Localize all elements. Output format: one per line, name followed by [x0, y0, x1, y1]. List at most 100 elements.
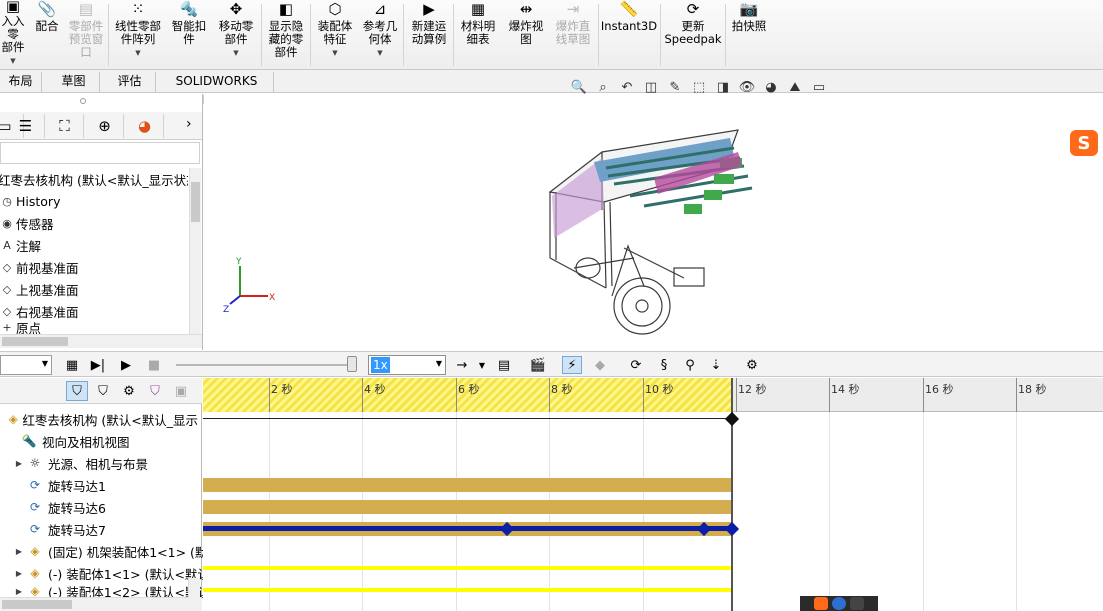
- save-animation-button[interactable]: ▤: [494, 356, 514, 374]
- chevron-right-icon[interactable]: ›: [186, 116, 192, 132]
- insert-components-button[interactable]: ▣ 入入零 部件 ▼: [0, 0, 30, 68]
- animation-wizard-button[interactable]: 🎬: [528, 356, 548, 374]
- dropdown-arrow-icon[interactable]: ▼: [377, 47, 382, 60]
- tree-item-front-plane[interactable]: ◇ 前视基准面: [0, 256, 190, 278]
- playback-mode-dropdown[interactable]: ▼: [472, 356, 492, 374]
- motion-item-subassembly-2[interactable]: ▶ ◈ (-) 装配体1<2> (默认<默认: [12, 584, 210, 598]
- scroll-thumb[interactable]: [2, 337, 68, 346]
- assembly-features-button[interactable]: ⬡ 装配体 特征 ▼: [313, 0, 357, 68]
- autokey-button[interactable]: ⚡: [562, 356, 582, 374]
- playback-slider-thumb[interactable]: [347, 356, 357, 372]
- dropdown-arrow-icon[interactable]: ▼: [332, 47, 337, 60]
- play-button[interactable]: ▶: [116, 356, 136, 374]
- timeline-bar-motor-1[interactable]: [203, 478, 731, 492]
- component-preview-button[interactable]: ▤ 零部件 预览窗 口: [64, 0, 108, 68]
- motion-tree-horizontal-scrollbar[interactable]: [0, 597, 202, 611]
- filter-results-button[interactable]: ⛉: [144, 381, 166, 401]
- ime-floating-icon[interactable]: S: [1070, 130, 1098, 156]
- calculate-button[interactable]: ▦: [62, 356, 82, 374]
- linear-pattern-button[interactable]: ⁙ 线性零部 件阵列 ▼: [112, 0, 164, 68]
- dropdown-arrow-icon[interactable]: ▼: [10, 55, 15, 68]
- property-manager-tab[interactable]: ☰: [7, 114, 45, 138]
- stop-button[interactable]: ■: [144, 356, 164, 374]
- display-style-icon[interactable]: ◨: [712, 80, 734, 95]
- tree-item-sensors[interactable]: ◉ 传感器: [0, 212, 190, 234]
- dropdown-arrow-icon[interactable]: ▼: [233, 47, 238, 60]
- motion-timeline[interactable]: 2 秒 4 秒 6 秒 8 秒 10 秒 12 秒 14 秒 16 秒 18 秒: [203, 378, 1103, 611]
- zoom-to-area-icon[interactable]: ⌕: [592, 80, 614, 95]
- smart-fasteners-button[interactable]: 🔩 智能扣 件: [168, 0, 210, 68]
- take-snapshot-button[interactable]: 📷 拍快照: [728, 0, 770, 68]
- new-motion-study-button[interactable]: ▶ 新建运 动算例: [407, 0, 451, 68]
- filter-collapse-button[interactable]: ▣: [170, 381, 192, 401]
- reference-geometry-button[interactable]: ⊿ 参考几 何体 ▼: [359, 0, 401, 68]
- motion-tree-root[interactable]: ◈ 红枣去核机构 (默认<默认_显示: [0, 408, 198, 430]
- show-hidden-components-button[interactable]: ◧ 显示隐 藏的零 部件: [264, 0, 308, 68]
- filter-animated-button[interactable]: ⛉: [66, 381, 88, 401]
- menu-icon[interactable]: [850, 597, 864, 610]
- motion-study-properties-button[interactable]: ⚙: [742, 356, 762, 374]
- timeline-bar-motor-6[interactable]: [203, 500, 731, 514]
- bill-of-materials-button[interactable]: ▦ 材料明 细表: [456, 0, 500, 68]
- move-component-button[interactable]: ✥ 移动零 部件 ▼: [214, 0, 258, 68]
- hide-show-items-icon[interactable]: 👁: [736, 80, 758, 95]
- playback-mode-button[interactable]: →: [452, 356, 472, 374]
- motion-item-motor-7[interactable]: ⟳ 旋转马达7: [26, 518, 224, 540]
- motion-item-motor-1[interactable]: ⟳ 旋转马达1: [26, 474, 224, 496]
- tab-evaluate[interactable]: 评估: [104, 72, 156, 92]
- expand-arrow-icon[interactable]: ▶: [12, 459, 26, 468]
- pane-splitter-handle[interactable]: [80, 98, 86, 104]
- dynamic-annotation-icon[interactable]: ✎: [664, 80, 686, 95]
- sogou-icon[interactable]: [814, 597, 828, 610]
- contact-button[interactable]: ⚲: [680, 356, 700, 374]
- key-point[interactable]: [724, 411, 740, 427]
- expand-arrow-icon[interactable]: ▶: [12, 569, 26, 578]
- filter-selected-button[interactable]: ⚙: [118, 381, 140, 401]
- timeline-bar-subassembly-2[interactable]: [203, 588, 731, 592]
- motion-item-view-camera[interactable]: 🔦 视向及相机视图: [20, 430, 218, 452]
- configuration-manager-tab[interactable]: ⛶: [46, 114, 84, 138]
- view-settings-icon[interactable]: ▭: [808, 80, 830, 95]
- gravity-button[interactable]: ⇣: [706, 356, 726, 374]
- study-type-select[interactable]: ▼: [0, 355, 52, 375]
- tree-item-history[interactable]: ◷ History: [0, 190, 190, 212]
- instant3d-button[interactable]: 📏 Instant3D: [601, 0, 657, 68]
- dimxpert-tab[interactable]: ⊕: [86, 114, 124, 138]
- playback-slider[interactable]: [176, 364, 356, 366]
- explode-line-sketch-button[interactable]: ⇥ 爆炸直 线草图: [550, 0, 596, 68]
- exploded-view-button[interactable]: ⇹ 爆炸视 图: [504, 0, 548, 68]
- mate-button[interactable]: 📎 配合: [32, 0, 62, 68]
- feature-tree-vertical-scrollbar[interactable]: [189, 168, 201, 334]
- tree-item-top-plane[interactable]: ◇ 上视基准面: [0, 278, 190, 300]
- tab-solidworks-mbd[interactable]: SOLIDWORKS MBD: [160, 72, 274, 107]
- expand-arrow-icon[interactable]: ▶: [12, 547, 26, 556]
- scroll-thumb[interactable]: [191, 182, 200, 222]
- tree-item-annotations[interactable]: A 注解: [0, 234, 190, 256]
- feature-tree-root[interactable]: 红枣去核机构 (默认<默认_显示状态-: [0, 168, 188, 190]
- motor-button[interactable]: ⟳: [626, 356, 646, 374]
- edit-appearance-icon[interactable]: ◕: [760, 80, 782, 95]
- zoom-to-fit-icon[interactable]: 🔍: [568, 80, 590, 95]
- display-manager-tab[interactable]: ◕: [126, 114, 164, 138]
- timeline-bar-subassembly-1[interactable]: [203, 566, 731, 570]
- expand-arrow-icon[interactable]: ▶: [12, 587, 26, 596]
- play-from-start-button[interactable]: ▶|: [88, 356, 108, 374]
- update-speedpak-button[interactable]: ⟳ 更新 Speedpak: [663, 0, 723, 68]
- tree-item-right-plane[interactable]: ◇ 右视基准面: [0, 300, 190, 322]
- section-view-icon[interactable]: ◫: [640, 80, 662, 95]
- feature-tree-horizontal-scrollbar[interactable]: [0, 334, 202, 348]
- spring-button[interactable]: §: [654, 356, 674, 374]
- motion-item-subassembly-1[interactable]: ▶ ◈ (-) 装配体1<1> (默认<默认: [12, 562, 210, 584]
- filter-driving-button[interactable]: ⛉: [92, 381, 114, 401]
- motion-tree-vertical-scrollbar[interactable]: [188, 578, 200, 598]
- tab-layout[interactable]: 布局: [0, 72, 42, 92]
- tab-sketch[interactable]: 草图: [48, 72, 100, 92]
- add-key-button[interactable]: ◆: [590, 356, 610, 374]
- previous-view-icon[interactable]: ↶: [616, 80, 638, 95]
- playback-speed-select[interactable]: 1x ▼: [368, 355, 446, 375]
- tree-item-origin[interactable]: + 原点: [0, 320, 190, 335]
- view-orientation-icon[interactable]: ⬚: [688, 80, 710, 95]
- tree-filter-input[interactable]: [0, 142, 200, 164]
- scroll-thumb[interactable]: [2, 600, 72, 609]
- dropdown-arrow-icon[interactable]: ▼: [135, 47, 140, 60]
